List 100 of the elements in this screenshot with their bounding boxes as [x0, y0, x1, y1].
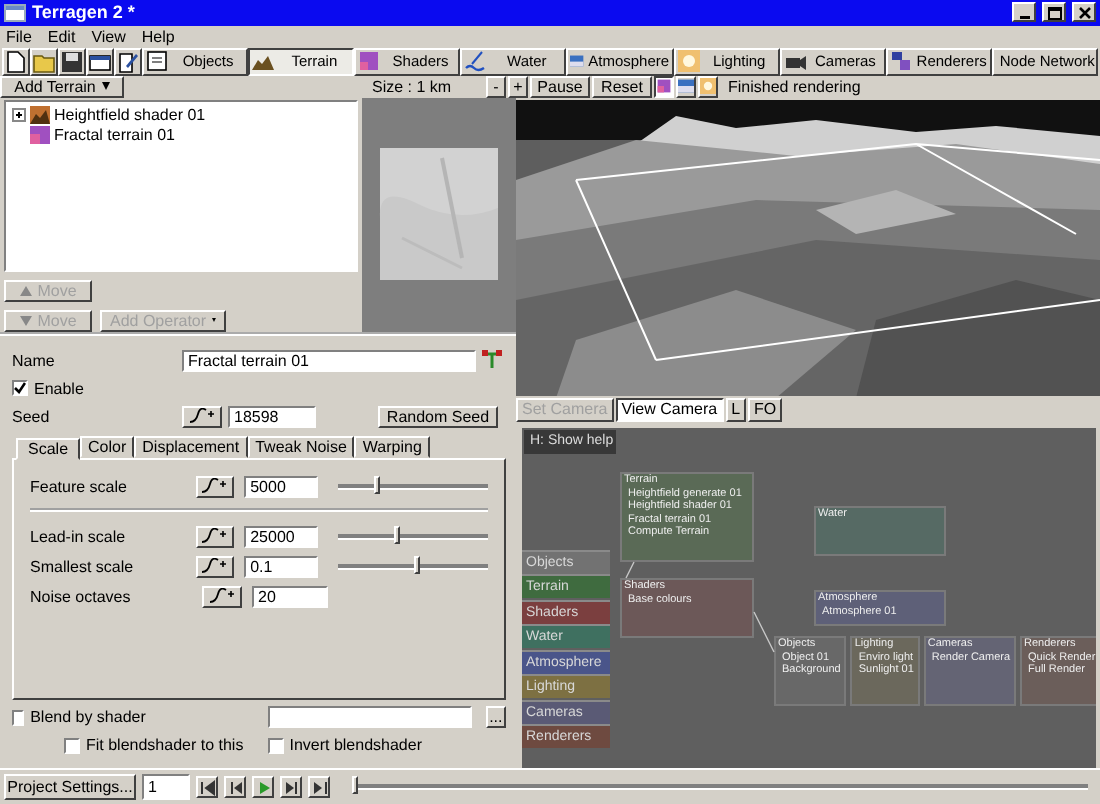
play-button[interactable] — [252, 776, 274, 799]
param-label: Smallest scale — [30, 557, 136, 576]
curve-icon — [208, 588, 236, 605]
edit-document-button[interactable] — [114, 47, 142, 76]
up-arrow-icon — [19, 285, 32, 296]
frame-field[interactable]: 1 — [142, 774, 190, 801]
value-field[interactable]: 25000 — [244, 525, 318, 548]
skip-end-icon — [311, 779, 327, 796]
window-button[interactable] — [86, 47, 114, 76]
minimize-button[interactable] — [1012, 2, 1036, 23]
browse-button[interactable]: ... — [485, 706, 506, 729]
save-button[interactable] — [58, 47, 86, 76]
slider-thumb[interactable] — [374, 475, 381, 494]
function-button[interactable] — [195, 525, 235, 548]
checkbox[interactable] — [267, 737, 284, 754]
checkbox-label: Fit blendshader to this — [86, 736, 244, 755]
seed-label: Seed — [12, 407, 52, 426]
camera-button[interactable]: View Camera — [615, 397, 724, 422]
zoom-button[interactable]: + — [508, 75, 528, 98]
project-settings-button[interactable]: Project Settings... — [4, 774, 136, 801]
hill-icon — [30, 105, 50, 124]
step-forward-button[interactable] — [280, 776, 302, 799]
curve-icon — [200, 528, 229, 545]
menu-item[interactable]: File — [6, 27, 32, 46]
status-text: Finished rendering — [726, 75, 861, 98]
window-icon — [4, 3, 26, 22]
camera-button[interactable]: FO — [748, 397, 783, 422]
close-button[interactable] — [1072, 2, 1096, 23]
function-button[interactable] — [202, 585, 242, 608]
skip-end-button[interactable] — [308, 776, 330, 799]
reset-button[interactable]: Reset — [592, 75, 652, 98]
folder-icon — [32, 49, 56, 74]
size-label: Size : 1 km — [370, 75, 454, 98]
value-field[interactable]: 0.1 — [244, 555, 318, 578]
tab[interactable]: Warping — [354, 435, 430, 458]
menu-item[interactable]: View — [91, 27, 126, 46]
tab[interactable]: Color — [80, 435, 135, 458]
function-button[interactable] — [182, 405, 222, 428]
curve-icon — [200, 478, 229, 495]
sun-icon — [700, 76, 716, 97]
menu-item[interactable]: Help — [141, 27, 175, 46]
seed-field[interactable]: 18598 — [228, 405, 316, 428]
panel-icon — [146, 50, 168, 73]
random-seed-button[interactable]: Random Seed — [378, 405, 498, 428]
tab[interactable]: Tweak Noise — [247, 435, 355, 458]
step-forward-icon — [283, 779, 299, 796]
zoom-button[interactable]: - — [486, 75, 506, 98]
slider-thumb[interactable] — [414, 555, 421, 574]
down-arrow-icon — [19, 315, 32, 326]
blocks-icon — [889, 50, 912, 73]
tab[interactable]: Displacement — [134, 435, 248, 458]
checkbox-label: Invert blendshader — [289, 736, 422, 755]
node-network-canvas[interactable] — [522, 427, 1096, 769]
checkbox[interactable] — [12, 380, 28, 397]
maximize-button[interactable] — [1042, 2, 1066, 23]
sun-icon — [677, 50, 700, 73]
camera-icon — [783, 50, 806, 73]
edit-icon — [116, 49, 140, 74]
window-title: Terragen 2 * — [32, 2, 137, 23]
new-file-button[interactable] — [2, 47, 30, 76]
window-icon — [88, 49, 112, 74]
connection-line — [753, 611, 775, 653]
play-icon — [255, 779, 271, 796]
param-label: Lead-in scale — [30, 527, 128, 546]
expand-icon[interactable] — [12, 107, 26, 122]
shader-field[interactable] — [267, 706, 472, 729]
menu-item[interactable]: Edit — [47, 27, 76, 46]
name-label: Name — [12, 351, 57, 370]
tree-item[interactable]: Fractal terrain 01 — [54, 125, 175, 144]
water-icon — [464, 50, 487, 73]
page-icon — [4, 49, 28, 74]
checkbox-label: Blend by shader — [30, 708, 146, 727]
function-button[interactable] — [195, 475, 235, 498]
add-terrain-button[interactable]: Add Terrain — [0, 75, 124, 98]
check-icon — [14, 382, 26, 395]
tree-item[interactable]: Heightfield shader 01 — [54, 105, 206, 124]
camera-button[interactable]: L — [725, 397, 747, 422]
tab[interactable]: Scale — [16, 437, 81, 460]
slider-thumb[interactable] — [352, 776, 358, 795]
name-field[interactable]: Fractal terrain 01 — [182, 349, 476, 372]
pause-button[interactable]: Pause — [530, 75, 590, 98]
skip-start-button[interactable] — [196, 776, 218, 799]
function-button[interactable] — [195, 555, 235, 578]
maximize-icon — [1045, 5, 1063, 20]
step-back-button[interactable] — [224, 776, 246, 799]
swatch-icon — [656, 76, 672, 97]
checkbox[interactable] — [12, 709, 25, 726]
slider-thumb[interactable] — [393, 525, 400, 544]
value-field[interactable]: 5000 — [244, 475, 318, 498]
floppy-icon — [60, 49, 84, 74]
node-graph-icon[interactable] — [482, 350, 502, 371]
curve-icon — [188, 408, 216, 425]
skip-start-icon — [199, 779, 215, 796]
checkbox[interactable] — [64, 737, 80, 754]
connection-line — [625, 561, 635, 579]
view-toggle[interactable] — [654, 75, 674, 98]
value-field[interactable]: 20 — [252, 585, 328, 608]
sky-icon — [678, 76, 694, 97]
open-folder-button[interactable] — [30, 47, 58, 76]
swatch-icon — [30, 125, 50, 144]
